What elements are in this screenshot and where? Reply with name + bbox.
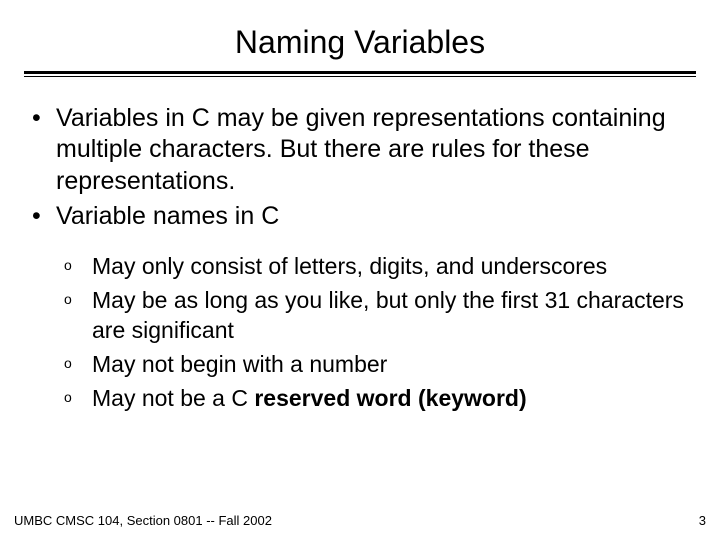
footer-left: UMBC CMSC 104, Section 0801 -- Fall 2002 — [14, 513, 272, 528]
slide-body: Variables in C may be given representati… — [24, 77, 696, 413]
sub-bullet-item: May be as long as you like, but only the… — [30, 286, 690, 346]
sub-bullet-list: May only consist of letters, digits, and… — [30, 252, 690, 413]
bullet-item: Variables in C may be given representati… — [30, 103, 690, 197]
sub-bullet-item: May not begin with a number — [30, 350, 690, 380]
sub-bullet-bold: reserved word (keyword) — [254, 385, 526, 411]
slide: Naming Variables Variables in C may be g… — [0, 0, 720, 540]
sub-bullet-item: May not be a C reserved word (keyword) — [30, 384, 690, 414]
bullet-item: Variable names in C — [30, 201, 690, 232]
page-number: 3 — [699, 513, 706, 528]
footer: UMBC CMSC 104, Section 0801 -- Fall 2002… — [14, 513, 706, 528]
sub-bullet-item: May only consist of letters, digits, and… — [30, 252, 690, 282]
sub-bullet-text: May not be a C — [92, 385, 254, 411]
bullet-list: Variables in C may be given representati… — [30, 103, 690, 232]
slide-title: Naming Variables — [24, 24, 696, 61]
